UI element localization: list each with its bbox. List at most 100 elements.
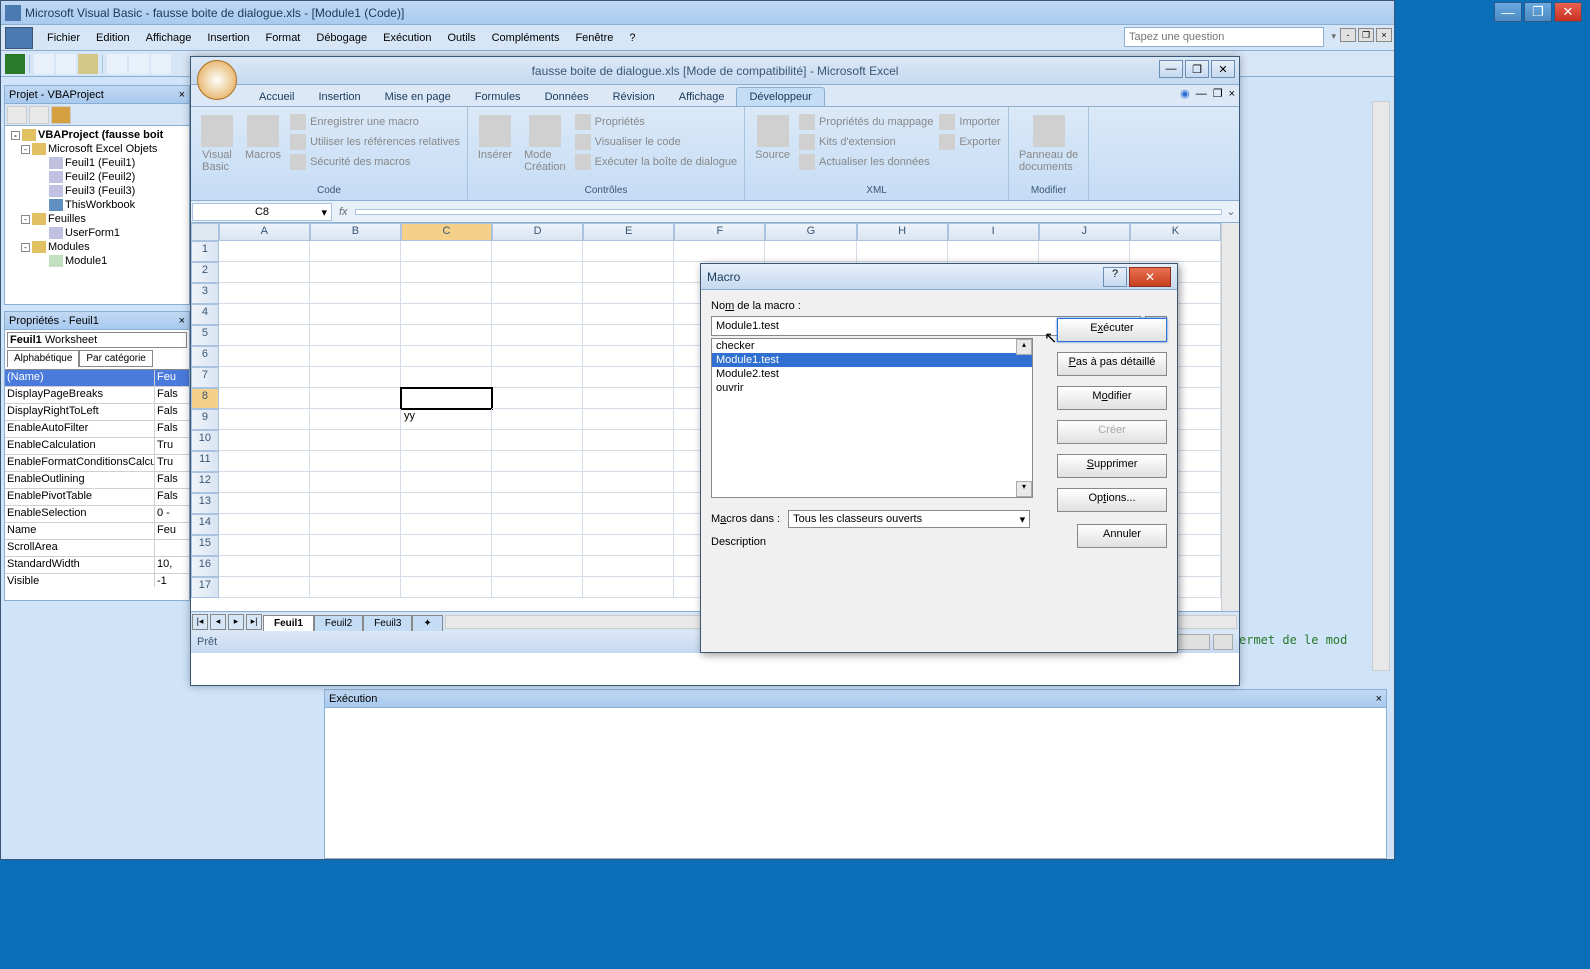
tree-feuilles[interactable]: -Feuilles xyxy=(7,212,187,226)
cell[interactable] xyxy=(583,556,674,577)
tree-feuil1[interactable]: Feuil1 (Feuil1) xyxy=(7,156,187,170)
office-button[interactable] xyxy=(197,60,237,100)
cell[interactable] xyxy=(1130,241,1221,262)
macro-list[interactable]: checker Module1.test Module2.test ouvrir… xyxy=(711,338,1033,498)
tab-formules[interactable]: Formules xyxy=(463,88,533,106)
prop-row[interactable]: EnableFormatConditionsCalcuTru xyxy=(5,455,189,472)
sheet-tab-insert[interactable]: ✦ xyxy=(412,615,442,631)
cell[interactable] xyxy=(583,493,674,514)
supprimer-button[interactable]: Supprimer xyxy=(1057,454,1167,478)
menu-insertion[interactable]: Insertion xyxy=(199,29,257,47)
prop-row[interactable]: ScrollArea xyxy=(5,540,189,557)
cell[interactable] xyxy=(492,430,583,451)
cell[interactable] xyxy=(583,241,674,262)
cell[interactable] xyxy=(583,304,674,325)
view-code-icon[interactable] xyxy=(7,106,27,124)
row-header[interactable]: 12 xyxy=(191,472,219,493)
cell[interactable] xyxy=(401,304,492,325)
ribbon-restore-icon[interactable]: ❐ xyxy=(1213,87,1223,100)
menu-execution[interactable]: Exécution xyxy=(375,29,439,47)
row-header[interactable]: 16 xyxy=(191,556,219,577)
main-minimize[interactable]: — xyxy=(1494,2,1522,22)
cell[interactable] xyxy=(583,262,674,283)
menu-complements[interactable]: Compléments xyxy=(484,29,568,47)
cell[interactable] xyxy=(492,451,583,472)
ribbon-close-icon[interactable]: × xyxy=(1229,88,1235,100)
cell[interactable] xyxy=(401,535,492,556)
row-header[interactable]: 1 xyxy=(191,241,219,262)
insert-button[interactable]: Insérer xyxy=(474,113,516,163)
cell[interactable] xyxy=(310,556,401,577)
cell[interactable] xyxy=(219,241,310,262)
toolbar-btn-2[interactable] xyxy=(56,54,76,74)
cell[interactable] xyxy=(401,451,492,472)
expansion-kits-button[interactable]: Kits d'extension xyxy=(798,133,934,151)
menu-help[interactable]: ? xyxy=(621,29,643,47)
relative-refs-button[interactable]: Utiliser les références relatives xyxy=(289,133,461,151)
prop-row[interactable]: EnableCalculationTru xyxy=(5,438,189,455)
cell[interactable] xyxy=(219,577,310,598)
cell[interactable] xyxy=(492,262,583,283)
col-header[interactable]: H xyxy=(857,223,948,241)
modifier-button[interactable]: Modifier xyxy=(1057,386,1167,410)
excel-close[interactable]: ✕ xyxy=(1211,60,1235,78)
menu-outils[interactable]: Outils xyxy=(439,29,483,47)
col-header[interactable]: B xyxy=(310,223,401,241)
ribbon-min-icon[interactable]: — xyxy=(1196,88,1207,100)
macros-button[interactable]: Macros xyxy=(241,113,285,163)
row-header[interactable]: 4 xyxy=(191,304,219,325)
col-header[interactable]: A xyxy=(219,223,310,241)
row-header[interactable]: 10 xyxy=(191,430,219,451)
cell[interactable] xyxy=(310,367,401,388)
row-header[interactable]: 6 xyxy=(191,346,219,367)
sheet-tab-feuil2[interactable]: Feuil2 xyxy=(314,615,363,631)
macro-item-selected[interactable]: Module1.test xyxy=(712,353,1032,367)
cell[interactable] xyxy=(492,241,583,262)
cell[interactable] xyxy=(310,283,401,304)
design-mode-button[interactable]: Mode Création xyxy=(520,113,570,175)
cell[interactable] xyxy=(219,535,310,556)
copy-icon[interactable] xyxy=(129,54,149,74)
sheet-tab-feuil1[interactable]: Feuil1 xyxy=(263,615,314,631)
menu-affichage[interactable]: Affichage xyxy=(138,29,200,47)
properties-button[interactable]: Propriétés xyxy=(574,113,739,131)
select-all-corner[interactable] xyxy=(191,223,219,241)
help-search-input[interactable] xyxy=(1124,27,1324,47)
excel-maximize[interactable]: ❐ xyxy=(1185,60,1209,78)
prop-row[interactable]: EnablePivotTableFals xyxy=(5,489,189,506)
macro-scroll-down[interactable]: ▾ xyxy=(1016,481,1032,497)
cell[interactable] xyxy=(310,325,401,346)
pas-a-pas-button[interactable]: Pas à pas détaillé xyxy=(1057,352,1167,376)
cell[interactable] xyxy=(310,409,401,430)
row-header[interactable]: 7 xyxy=(191,367,219,388)
zoom-plus-icon[interactable] xyxy=(1213,634,1233,650)
macro-item[interactable]: Module2.test xyxy=(712,367,1032,381)
executer-button[interactable]: Exécuter xyxy=(1057,318,1167,342)
help-dropdown-icon[interactable]: ▾ xyxy=(1331,31,1336,42)
cell[interactable] xyxy=(310,346,401,367)
name-box[interactable]: C8 xyxy=(192,203,332,221)
cell[interactable] xyxy=(492,388,583,409)
col-header[interactable]: D xyxy=(492,223,583,241)
cell[interactable] xyxy=(401,514,492,535)
prop-row[interactable]: EnableSelection0 - xyxy=(5,506,189,523)
record-macro-button[interactable]: Enregistrer une macro xyxy=(289,113,461,131)
import-button[interactable]: Importer xyxy=(938,113,1002,131)
cell[interactable] xyxy=(219,514,310,535)
cell[interactable] xyxy=(219,472,310,493)
cell[interactable] xyxy=(401,388,492,409)
tree-modules[interactable]: -Modules xyxy=(7,240,187,254)
mapping-props-button[interactable]: Propriétés du mappage xyxy=(798,113,934,131)
paste-icon[interactable] xyxy=(151,54,171,74)
cell[interactable] xyxy=(948,241,1039,262)
cell[interactable] xyxy=(583,325,674,346)
formula-expand-icon[interactable]: ⌄ xyxy=(1223,205,1239,218)
document-panel-button[interactable]: Panneau de documents xyxy=(1015,113,1082,175)
cell[interactable] xyxy=(401,577,492,598)
props-tab-alpha[interactable]: Alphabétique xyxy=(7,350,79,367)
cell[interactable] xyxy=(583,346,674,367)
prop-row[interactable]: Visible-1 xyxy=(5,574,189,587)
row-header[interactable]: 13 xyxy=(191,493,219,514)
tab-developpeur[interactable]: Développeur xyxy=(736,87,824,106)
fx-icon[interactable]: fx xyxy=(333,206,354,218)
